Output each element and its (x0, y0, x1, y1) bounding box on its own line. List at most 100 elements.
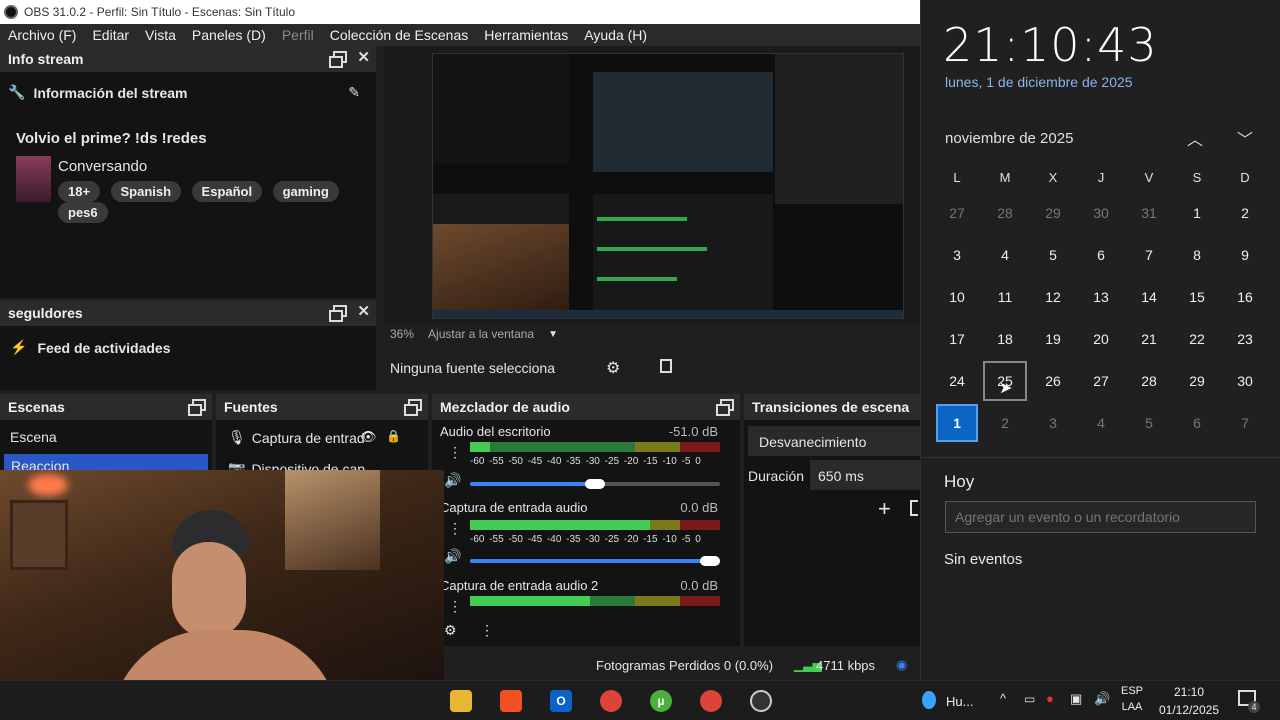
gear-icon[interactable]: ⚙ (606, 358, 620, 378)
calendar-day[interactable]: 17 (933, 318, 981, 360)
filter-icon[interactable] (660, 359, 672, 373)
calendar-day[interactable]: 27 (1077, 360, 1125, 402)
calendar-day[interactable]: 11 (981, 276, 1029, 318)
chevron-up-icon[interactable]: ︿ (1187, 126, 1203, 150)
calendar-day[interactable]: 22 (1173, 318, 1221, 360)
speaker-icon[interactable]: 🔊 (444, 548, 461, 565)
calendar-day[interactable]: 9 (1221, 234, 1269, 276)
calendar-day[interactable]: 23 (1221, 318, 1269, 360)
calendar-day[interactable]: 16 (1221, 276, 1269, 318)
preview-area[interactable] (384, 46, 920, 324)
feed-row[interactable]: ⚡ Feed de actividades (10, 339, 171, 356)
calendar-day[interactable]: 3 (1029, 402, 1077, 444)
calendar-day[interactable]: 6 (1077, 234, 1125, 276)
menu-editar[interactable]: Editar (84, 27, 137, 43)
calendar-day[interactable]: 18 (981, 318, 1029, 360)
menu-ayuda[interactable]: Ayuda (H) (576, 27, 655, 43)
chrome-icon[interactable] (600, 690, 622, 712)
menu-paneles[interactable]: Paneles (D) (184, 27, 274, 43)
channel-menu-icon[interactable]: ⋮ (448, 444, 462, 461)
calendar-day[interactable]: 29 (1173, 360, 1221, 402)
calendar-day[interactable]: 15 (1173, 276, 1221, 318)
calendar-day[interactable]: 28 (1125, 360, 1173, 402)
preview-canvas[interactable] (432, 53, 904, 319)
taskbar-clock[interactable]: 21:10 01/12/2025 (1154, 685, 1224, 717)
calendar-day[interactable]: 10 (933, 276, 981, 318)
calendar-day[interactable]: 5 (1029, 234, 1077, 276)
lock-icon[interactable]: 🔒 (386, 429, 401, 443)
trash-icon[interactable] (910, 500, 918, 516)
volume-slider-knob[interactable] (700, 556, 720, 566)
calendar-day[interactable]: 7 (1221, 402, 1269, 444)
channel-menu-icon[interactable]: ⋮ (448, 520, 462, 537)
calendar-day[interactable]: 6 (1173, 402, 1221, 444)
menu-perfil[interactable]: Perfil (274, 27, 322, 43)
obs-taskbar-icon[interactable] (750, 690, 772, 712)
calendar-day[interactable]: 5 (1125, 402, 1173, 444)
duration-input[interactable]: 650 ms (810, 460, 920, 490)
volume-slider-knob[interactable] (585, 479, 605, 489)
language-indicator[interactable]: ESP LAA (1118, 685, 1146, 713)
chevron-down-icon[interactable]: ▼ (548, 329, 558, 340)
file-explorer-icon[interactable] (450, 690, 472, 712)
add-transition-icon[interactable]: + (878, 496, 891, 522)
float-dock-icon[interactable] (329, 305, 348, 322)
speaker-icon[interactable]: 🔊 (444, 472, 461, 489)
calendar-month-label[interactable]: noviembre de 2025 (945, 130, 1073, 147)
source-item[interactable]: 🎙 Captura de entrad (228, 429, 365, 446)
chrome-profile-icon[interactable] (700, 690, 722, 712)
menu-vista[interactable]: Vista (137, 27, 184, 43)
channel-menu-icon[interactable]: ⋮ (448, 598, 462, 615)
calendar-day[interactable]: 7 (1125, 234, 1173, 276)
calendar-day[interactable]: 21 (1125, 318, 1173, 360)
network-icon[interactable]: ▣ (1070, 691, 1082, 707)
mixer-menu-icon[interactable]: ⋮ (480, 622, 494, 639)
weather-label[interactable]: Hu... (946, 694, 973, 709)
flyout-date[interactable]: lunes, 1 de diciembre de 2025 (945, 74, 1133, 90)
tray-device-icon[interactable]: ▭ (1024, 692, 1035, 706)
float-dock-icon[interactable] (404, 399, 422, 416)
volume-icon[interactable]: 🔊 (1094, 691, 1110, 707)
weather-drop-icon[interactable] (922, 691, 936, 709)
float-dock-icon[interactable] (329, 51, 348, 68)
calendar-day[interactable]: 28 (981, 192, 1029, 234)
calendar-day[interactable]: 4 (1077, 402, 1125, 444)
calendar-day[interactable]: 27 (933, 192, 981, 234)
calendar-day[interactable]: 30 (1221, 360, 1269, 402)
add-event-input[interactable] (945, 501, 1256, 533)
calendar-day[interactable]: 1 (1173, 192, 1221, 234)
calendar-day[interactable]: 3 (933, 234, 981, 276)
mixer-settings-icon[interactable]: ⚙ (444, 622, 457, 639)
calendar-day[interactable]: 29 (1029, 192, 1077, 234)
close-dock-icon[interactable]: ✕ (357, 50, 370, 65)
menu-coleccion-escenas[interactable]: Colección de Escenas (322, 27, 477, 43)
menu-archivo[interactable]: Archivo (F) (0, 27, 84, 43)
edit-pencil-icon[interactable]: ✎ (348, 84, 360, 101)
calendar-day[interactable]: 4 (981, 234, 1029, 276)
transition-select[interactable]: Desvanecimiento (748, 426, 920, 456)
calendar-day[interactable]: 24 (933, 360, 981, 402)
calendar-day[interactable]: 30 (1077, 192, 1125, 234)
calendar-day[interactable]: 2 (1221, 192, 1269, 234)
calendar-day[interactable]: 31 (1125, 192, 1173, 234)
chevron-down-icon[interactable]: ﹀ (1237, 126, 1253, 150)
fit-window-select[interactable]: Ajustar a la ventana (428, 327, 534, 341)
calendar-day[interactable]: 12 (1029, 276, 1077, 318)
scene-item[interactable]: Escena (10, 429, 57, 445)
tray-chevron-icon[interactable]: ^ (1000, 691, 1006, 706)
calendar-day[interactable]: 26 (1029, 360, 1077, 402)
tray-security-icon[interactable]: ● (1046, 691, 1054, 706)
outlook-icon[interactable]: O (550, 690, 572, 712)
microsoft-store-icon[interactable] (500, 690, 522, 712)
calendar-day[interactable]: 20 (1077, 318, 1125, 360)
close-dock-icon[interactable]: ✕ (357, 304, 370, 319)
float-dock-icon[interactable] (188, 399, 206, 416)
calendar-day[interactable]: 13 (1077, 276, 1125, 318)
calendar-day[interactable]: 19 (1029, 318, 1077, 360)
utorrent-icon[interactable]: µ (650, 690, 672, 712)
calendar-day[interactable]: 14 (1125, 276, 1173, 318)
menu-herramientas[interactable]: Herramientas (476, 27, 576, 43)
calendar-day-today[interactable]: 1 (936, 404, 978, 442)
visibility-eye-icon[interactable]: 👁 (360, 429, 377, 445)
float-dock-icon[interactable] (716, 399, 734, 416)
